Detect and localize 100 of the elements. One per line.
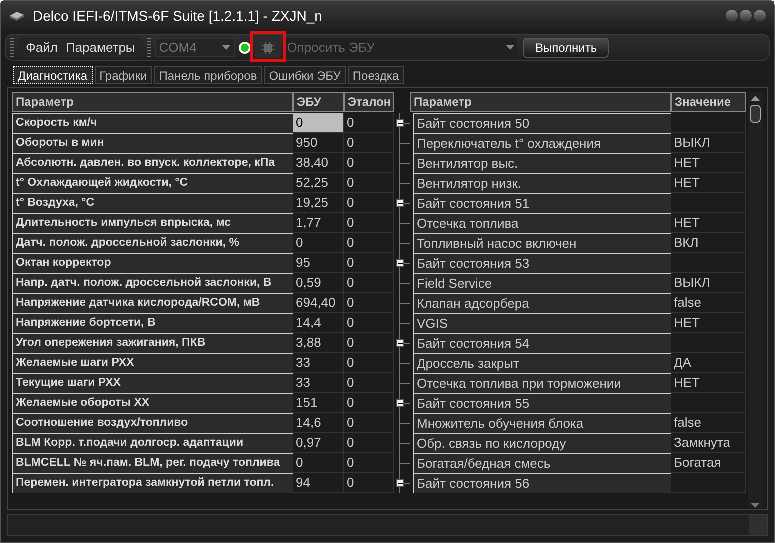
table-cell: ДА <box>671 353 746 373</box>
table-cell: Отсечка топлива <box>413 213 671 233</box>
expand-toggle[interactable] <box>396 339 404 347</box>
app-icon <box>9 11 25 21</box>
table-cell: Напр. датч. полож. дроссельной заслонки, В <box>12 273 293 293</box>
table-cell: false <box>671 293 746 313</box>
table-cell[interactable]: 0 <box>293 113 344 133</box>
table-cell: Абсолютн. давлен. во впуск. коллекторе, кПа <box>12 153 293 173</box>
tab[interactable]: Графики <box>94 66 152 84</box>
table-cell[interactable]: Байт состояния 50 <box>413 113 671 133</box>
table-cell: 0 <box>344 333 394 353</box>
tab[interactable]: Поездка <box>348 66 404 84</box>
table-cell[interactable]: 950 <box>293 133 344 153</box>
table-cell: Клапан адсорбера <box>413 293 671 313</box>
column-header[interactable]: Эталон <box>344 92 394 112</box>
table-cell: t° Воздуха, °C <box>12 193 293 213</box>
table-cell[interactable]: 19,25 <box>293 193 344 213</box>
table-cell: 0 <box>344 433 394 453</box>
table-cell: Field Service <box>413 273 671 293</box>
dropdown-arrow-icon <box>506 45 516 50</box>
table-cell: 0 <box>344 313 394 333</box>
close-button[interactable] <box>754 10 766 22</box>
tab[interactable]: Панель приборов <box>154 66 262 84</box>
table-cell[interactable]: 33 <box>293 373 344 393</box>
tab[interactable]: Диагностика <box>13 66 93 84</box>
column-header[interactable]: Параметр <box>12 92 293 112</box>
table-cell: Богатая <box>671 453 746 473</box>
table-cell[interactable]: 0 <box>293 233 344 253</box>
table-cell[interactable]: Байт состояния 53 <box>413 253 671 273</box>
table-cell: ВЫКЛ <box>671 273 746 293</box>
table-cell: Желаемые шаги РХХ <box>12 353 293 373</box>
table-cell: 0 <box>344 113 394 133</box>
table-cell[interactable]: 1,77 <box>293 213 344 233</box>
table-cell: BLM Корр. т.подачи долгоср. адаптации <box>12 433 293 453</box>
table-cell: 0 <box>344 153 394 173</box>
table-cell[interactable]: Байт состояния 55 <box>413 393 671 413</box>
menu-item[interactable]: Параметры <box>66 38 136 58</box>
table-cell: Октан корректор <box>12 253 293 273</box>
table-cell: ВКЛ <box>671 233 746 253</box>
minimize-button[interactable] <box>726 10 738 22</box>
table-cell: Текущие шаги РХХ <box>12 373 293 393</box>
expand-toggle[interactable] <box>396 119 404 127</box>
table-cell: Перемен. интегратора замкнутой петли топл. <box>12 473 293 493</box>
table-cell[interactable]: Байт состояния 54 <box>413 333 671 353</box>
run-button[interactable]: Выполнить <box>523 38 610 58</box>
table-cell[interactable]: 151 <box>293 393 344 413</box>
table-cell: t° Охлаждающей жидкости, °C <box>12 173 293 193</box>
tab[interactable]: Ошибки ЭБУ <box>264 66 346 84</box>
table-cell: Вентилятор низк. <box>413 173 671 193</box>
table-cell: Желаемые обороты ХХ <box>12 393 293 413</box>
table-cell[interactable]: 95 <box>293 253 344 273</box>
table-cell: 0 <box>344 413 394 433</box>
table-cell[interactable]: 0 <box>293 453 344 473</box>
table-cell: Дроссель закрыт <box>413 353 671 373</box>
expand-toggle[interactable] <box>396 399 404 407</box>
table-cell: НЕТ <box>671 153 746 173</box>
table-cell[interactable]: 33 <box>293 353 344 373</box>
scroll-up-icon[interactable] <box>751 96 760 101</box>
column-header[interactable]: ЭБУ <box>293 92 344 112</box>
column-header[interactable]: Значение <box>671 92 746 112</box>
expand-toggle[interactable] <box>396 479 404 487</box>
table-cell[interactable]: 694,40 <box>293 293 344 313</box>
window-title: Delco IEFI-6/ITMS-6F Suite [1.2.1.1] - ZXJN_n <box>33 6 322 26</box>
table-cell[interactable]: 14,4 <box>293 313 344 333</box>
scroll-down-icon[interactable] <box>751 503 760 508</box>
table-cell[interactable]: Байт состояния 51 <box>413 193 671 213</box>
table-cell[interactable]: 0,97 <box>293 433 344 453</box>
maximize-button[interactable] <box>740 10 752 22</box>
table-cell[interactable]: 3,88 <box>293 333 344 353</box>
table-cell[interactable]: 52,25 <box>293 173 344 193</box>
table-cell: BLMCELL № яч.пам. BLM, рег. подачу топлива <box>12 453 293 473</box>
table-cell: Угол опережения зажигания, ПКВ <box>12 333 293 353</box>
table-cell: 0 <box>344 193 394 213</box>
table-cell: false <box>671 413 746 433</box>
table-cell[interactable]: 38,40 <box>293 153 344 173</box>
table-cell: Замкнута <box>671 433 746 453</box>
table-cell: Датч. полож. дроссельной заслонки, % <box>12 233 293 253</box>
table-cell: Соотношение воздух/топливо <box>12 413 293 433</box>
table-cell: 0 <box>344 173 394 193</box>
table-cell[interactable]: 14,6 <box>293 413 344 433</box>
expand-toggle[interactable] <box>396 259 404 267</box>
table-cell: 0 <box>344 453 394 473</box>
table-cell: НЕТ <box>671 213 746 233</box>
table-cell: НЕТ <box>671 313 746 333</box>
table-cell[interactable]: 0,59 <box>293 273 344 293</box>
table-cell: Обр. связь по кислороду <box>413 433 671 453</box>
expand-toggle[interactable] <box>396 199 404 207</box>
table-cell[interactable]: Байт состояния 56 <box>413 473 671 493</box>
scroll-thumb[interactable] <box>750 105 761 123</box>
scrollbar[interactable] <box>748 92 763 508</box>
column-header[interactable]: Параметр <box>410 92 671 112</box>
table-cell: Богатая/бедная смесь <box>413 453 671 473</box>
resize-grip[interactable] <box>749 515 767 535</box>
table-cell: Скорость км/ч <box>12 113 293 133</box>
table-cell: Вентилятор выс. <box>413 153 671 173</box>
table-cell: 0 <box>344 293 394 313</box>
chip-icon <box>261 40 276 54</box>
table-cell[interactable]: 94 <box>293 473 344 493</box>
menu-item[interactable]: Файл <box>26 38 58 58</box>
table-cell: 0 <box>344 393 394 413</box>
